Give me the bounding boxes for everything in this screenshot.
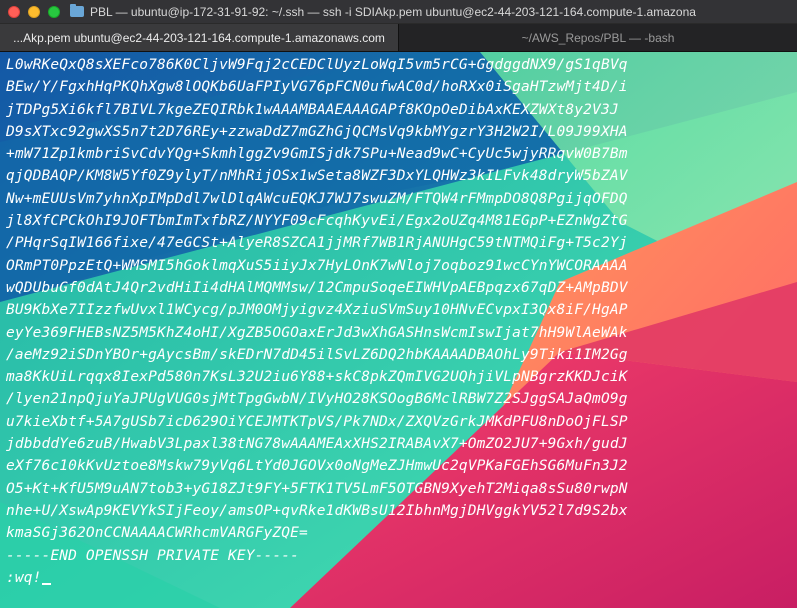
folder-icon	[70, 4, 84, 17]
terminal-line: nhe+U/XswAp9KEVYkSIjFeoy/amsOP+qvRke1dKW…	[6, 502, 628, 519]
terminal-content[interactable]: L0wRKeQxQ8sXEFco786K0CljvW9Fqj2cCEDClUyz…	[0, 52, 797, 608]
terminal-line: eXf76c10kKvUztoe8Mskw79yVq6LtYd0JGOVx0oN…	[6, 458, 628, 475]
vim-command: :wq!	[6, 569, 42, 586]
tab-bar: ...Akp.pem ubuntu@ec2-44-203-121-164.com…	[0, 24, 797, 52]
terminal-line: Nw+mEUUsVm7yhnXpIMpDdl7wlDlqAWcuEQKJ7WJ7…	[6, 190, 628, 207]
tab-ssh-session[interactable]: ...Akp.pem ubuntu@ec2-44-203-121-164.com…	[0, 24, 398, 51]
minimize-button[interactable]	[28, 5, 40, 18]
terminal-line: +mW71Zp1kmbriSvCdvYQg+SkmhlggZv9GmISjdk7…	[6, 146, 628, 163]
terminal-line: qjQDBAQP/KM8W5Yf0Z9ylyT/nMhRijOSx1wSeta8…	[6, 168, 628, 185]
terminal-output: L0wRKeQxQ8sXEFco786K0CljvW9Fqj2cCEDClUyz…	[6, 54, 796, 589]
terminal-line: jl8XfCPCkOhI9JOFTbmImTxfbRZ/NYYF09cFcqhK…	[6, 213, 628, 230]
terminal-line: -----END OPENSSH PRIVATE KEY-----	[6, 547, 300, 564]
terminal-line: /PHqrSqIW166fixe/47eGCSt+AlyeR8SZCA1jjMR…	[6, 235, 628, 252]
title-bar[interactable]: PBL — ubuntu@ip-172-31-91-92: ~/.ssh — s…	[0, 0, 797, 24]
text-cursor	[41, 582, 51, 585]
terminal-line: D9sXTxc92gwXS5n7t2D76REy+zzwaDdZ7mGZhGjQ…	[6, 123, 628, 140]
terminal-line: eyYe369FHEBsNZ5M5KhZ4oHI/XgZB5OGOaxErJd3…	[6, 324, 628, 341]
terminal-line: jTDPg5Xi6kfl7BIVL7kgeZEQIRbk1wAAAMBAAEAA…	[6, 101, 619, 118]
terminal-line: u7kieXbtf+5A7gUSb7icD629OiYCEJMTKTpVS/Pk…	[6, 413, 628, 430]
terminal-line: wQDUbuGf0dAtJ4Qr2vdHiIi4dHAlMQMMsw/12Cmp…	[6, 279, 628, 296]
terminal-line: L0wRKeQxQ8sXEFco786K0CljvW9Fqj2cCEDClUyz…	[6, 57, 628, 73]
terminal-window: PBL — ubuntu@ip-172-31-91-92: ~/.ssh — s…	[0, 0, 797, 608]
terminal-line: /aeMz92iSDnYBOr+gAycsBm/skEDrN7dD45ilSvL…	[6, 346, 628, 363]
terminal-line: ORmPT0PpzEtQ+WMSMI5hGoklmqXuS5iiyJx7HyLO…	[6, 257, 628, 274]
window-controls	[8, 5, 60, 18]
terminal-line: O5+Kt+KfU5M9uAN7tob3+yG18ZJt9FY+5FTK1TV5…	[6, 480, 628, 497]
terminal-line: ma8KkUiLrqqx8IexPd580n7KsL32U2iu6Y88+skC…	[6, 369, 628, 386]
close-button[interactable]	[8, 5, 20, 18]
terminal-line: jdbbddYe6zuB/HwabV3Lpaxl38tNG78wAAAMEAxX…	[6, 436, 628, 453]
tab-label: ~/AWS_Repos/PBL — -bash	[521, 30, 675, 45]
zoom-button[interactable]	[48, 5, 60, 18]
window-title: PBL — ubuntu@ip-172-31-91-92: ~/.ssh — s…	[90, 4, 696, 19]
terminal-line: /lyen21npQjuYaJPUgVUG0sjMtTpgGwbN/IVyHO2…	[6, 391, 628, 408]
command-line[interactable]: :wq!	[6, 567, 796, 589]
terminal-line: BEw/Y/FgxhHqPKQhXgw8lOQKb6UaFPIyVG76pFCN…	[6, 79, 628, 96]
tab-label: ...Akp.pem ubuntu@ec2-44-203-121-164.com…	[13, 30, 385, 45]
terminal-line: BU9KbXe7IIzzfwUvxl1WCycg/pJM0OMjyigvz4Xz…	[6, 302, 628, 319]
terminal-line: kmaSGj362OnCCNAAAACWRhcmVARGFyZQE=	[6, 525, 308, 542]
tab-bash[interactable]: ~/AWS_Repos/PBL — -bash	[398, 24, 797, 51]
